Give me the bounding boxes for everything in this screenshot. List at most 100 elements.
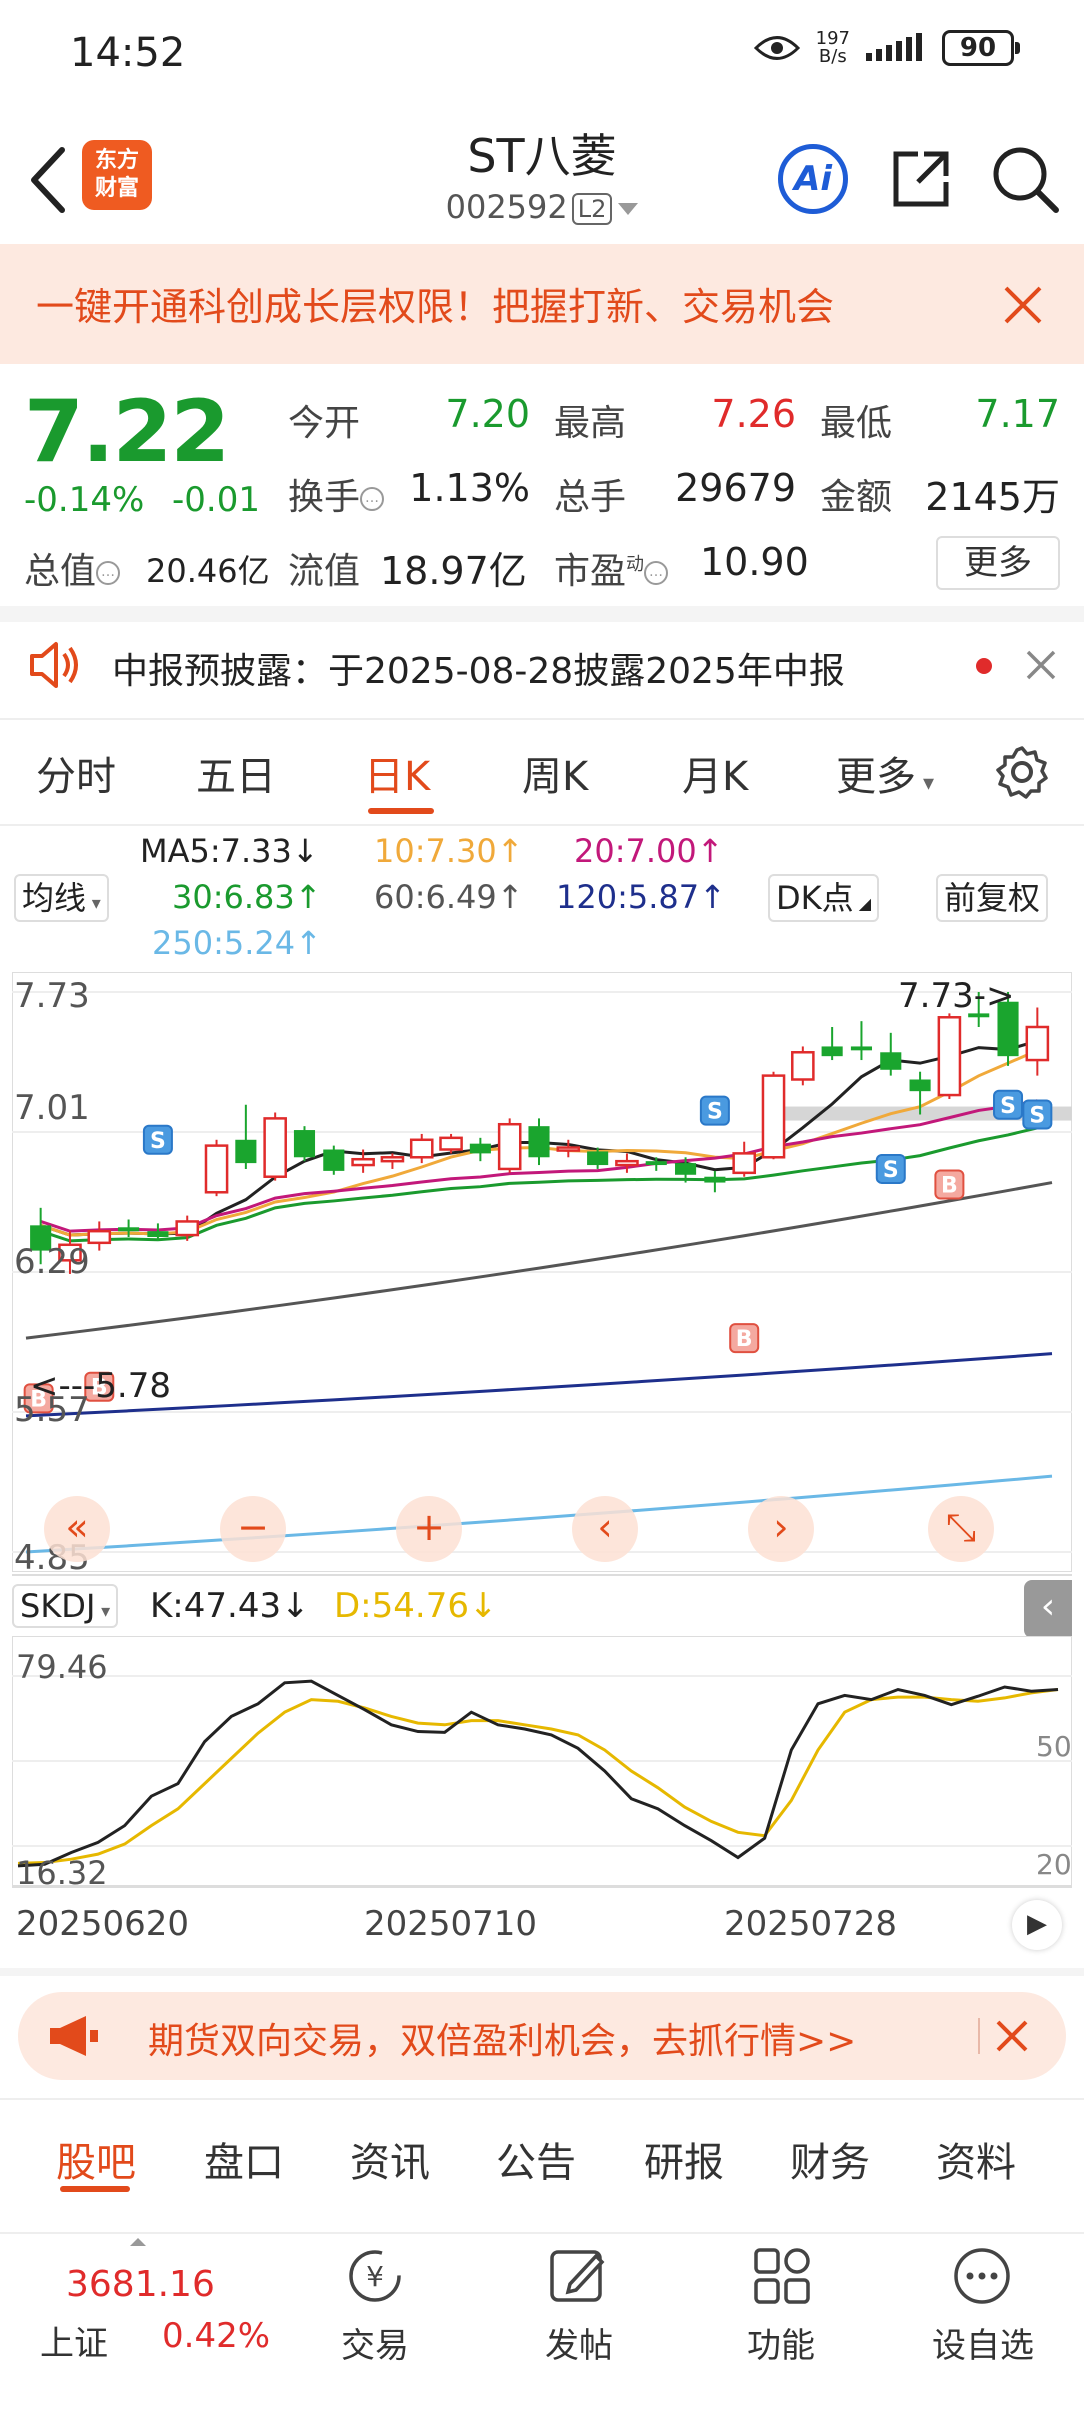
close-icon[interactable] bbox=[1024, 648, 1058, 682]
eye-icon bbox=[753, 36, 800, 60]
candle-body bbox=[87, 1229, 112, 1245]
signal-label: B bbox=[736, 1327, 753, 1352]
y-tick-label: 7.01 bbox=[14, 1088, 90, 1128]
mcap-value: 20.46亿 bbox=[146, 552, 270, 590]
volume-value: 29679 bbox=[675, 466, 796, 510]
candle-body bbox=[380, 1156, 405, 1163]
candle-body bbox=[821, 1046, 843, 1057]
tab-intraday[interactable]: 分时 bbox=[36, 744, 116, 802]
divider bbox=[0, 2098, 1084, 2100]
candle-body bbox=[732, 1152, 757, 1175]
ma20-label: 20:7.00↑ bbox=[574, 832, 724, 870]
ma5-label: MA5:7.33↓ bbox=[140, 832, 319, 870]
ma30-label: 30:6.83↑ bbox=[172, 878, 322, 916]
nav-trade-label[interactable]: 交易 bbox=[300, 2318, 450, 2367]
zoom-out-button[interactable]: − bbox=[220, 1496, 286, 1562]
unread-dot bbox=[976, 658, 992, 674]
play-icon[interactable]: ▶ bbox=[1012, 1900, 1062, 1950]
ma60-label: 60:6.49↑ bbox=[374, 878, 524, 916]
subtab-research[interactable]: 研报 bbox=[644, 2130, 724, 2188]
tab-daily-k[interactable]: 日K bbox=[364, 744, 430, 802]
share-icon[interactable] bbox=[888, 146, 954, 212]
grid-icon[interactable] bbox=[750, 2244, 814, 2308]
chevron-up-icon[interactable] bbox=[130, 2238, 146, 2246]
tab-weekly-k[interactable]: 周K bbox=[522, 744, 588, 802]
notice-text[interactable]: 中报预披露：于2025-08-28披露2025年中报 bbox=[112, 642, 845, 694]
subtab-profile[interactable]: 资料 bbox=[936, 2130, 1016, 2188]
kdj-right-tick: 50 bbox=[1036, 1730, 1072, 1763]
more-button[interactable]: 更多 bbox=[936, 536, 1060, 590]
date-label: 20250728 bbox=[724, 1904, 898, 1944]
info-icon: … bbox=[96, 561, 121, 585]
candle-body bbox=[351, 1157, 375, 1167]
signal-label: S bbox=[883, 1158, 899, 1183]
nav-functions-label[interactable]: 功能 bbox=[706, 2318, 856, 2367]
compose-icon[interactable] bbox=[546, 2244, 610, 2308]
mcap-label: 总值… bbox=[24, 542, 121, 594]
candle-body bbox=[175, 1220, 200, 1237]
candle-body bbox=[235, 1139, 257, 1164]
subtab-financials[interactable]: 财务 bbox=[790, 2130, 870, 2188]
tab-monthly-k[interactable]: 月K bbox=[682, 744, 748, 802]
adjust-button[interactable]: 前复权 bbox=[936, 874, 1049, 922]
dk-button[interactable]: DK点 ◢ bbox=[768, 874, 880, 922]
candle-body bbox=[528, 1126, 550, 1158]
indicator-selector[interactable]: SKDJ ▾ bbox=[12, 1584, 119, 1628]
high-label: 最高 bbox=[554, 403, 627, 444]
net-speed: 197 B/s bbox=[815, 28, 850, 67]
candle-body bbox=[293, 1130, 316, 1158]
candle-body bbox=[147, 1231, 169, 1237]
index-value[interactable]: 3681.16 bbox=[66, 2264, 215, 2305]
level-badge: L2 bbox=[571, 193, 613, 225]
ma-selector[interactable]: 均线 ▾ bbox=[14, 874, 109, 922]
divider bbox=[0, 606, 1084, 622]
tab-five-day[interactable]: 五日 bbox=[196, 744, 276, 802]
candle-body bbox=[497, 1122, 522, 1171]
index-name[interactable]: 上证 bbox=[40, 2316, 108, 2365]
zoom-in-button[interactable]: + bbox=[396, 1496, 462, 1562]
trade-icon[interactable]: ¥ bbox=[340, 2244, 410, 2308]
y-tick-label: 7.73 bbox=[14, 976, 90, 1016]
search-icon[interactable] bbox=[990, 144, 1060, 214]
candle-body bbox=[850, 1046, 873, 1051]
open-value: 7.20 bbox=[445, 392, 530, 436]
index-change[interactable]: 0.42% bbox=[162, 2316, 270, 2356]
kdj-chart[interactable] bbox=[12, 1636, 1072, 1886]
nav-watchlist-label[interactable]: 设自选 bbox=[908, 2318, 1058, 2367]
tab-more[interactable]: 更多 ▾ bbox=[836, 744, 934, 802]
scroll-right-button[interactable]: › bbox=[748, 1496, 814, 1562]
divider bbox=[0, 718, 1084, 720]
gear-icon[interactable] bbox=[994, 744, 1050, 800]
nav-post-label[interactable]: 发帖 bbox=[504, 2318, 654, 2367]
more-dots-icon[interactable] bbox=[950, 2244, 1014, 2308]
candle-body bbox=[323, 1149, 345, 1171]
info-icon: … bbox=[360, 487, 385, 511]
candle-body bbox=[645, 1161, 667, 1166]
subtab-announcements[interactable]: 公告 bbox=[496, 2130, 576, 2188]
candle-body bbox=[675, 1163, 697, 1175]
open-label: 今开 bbox=[288, 403, 361, 444]
candle-body bbox=[118, 1227, 140, 1232]
scroll-far-left-button[interactable]: « bbox=[44, 1496, 110, 1562]
pe-value: 10.90 bbox=[700, 540, 809, 584]
subtab-forum[interactable]: 股吧 bbox=[56, 2130, 136, 2188]
futures-promo-text[interactable]: 期货双向交易，双倍盈利机会，去抓行情>> bbox=[148, 2012, 856, 2064]
scroll-left-button[interactable]: ‹ bbox=[572, 1496, 638, 1562]
close-icon[interactable] bbox=[1000, 282, 1046, 328]
candlestick-chart[interactable]: B BSSBSBS S bbox=[12, 972, 1072, 1572]
subtab-news[interactable]: 资讯 bbox=[350, 2130, 430, 2188]
candle-body bbox=[587, 1151, 609, 1166]
low-marker: <---5.78 bbox=[30, 1366, 171, 1406]
kdj-right-tick: 20 bbox=[1036, 1848, 1072, 1881]
promo-text[interactable]: 一键开通科创成长层权限！把握打新、交易机会 bbox=[36, 276, 834, 331]
divider bbox=[978, 2018, 980, 2054]
ai-button[interactable]: Ai bbox=[778, 144, 848, 214]
fullscreen-button[interactable]: ⤡ bbox=[928, 1496, 994, 1562]
stock-code: 002592 bbox=[445, 188, 568, 226]
collapse-panel-button[interactable]: ‹ bbox=[1024, 1580, 1072, 1638]
ma10-label: 10:7.30↑ bbox=[374, 832, 524, 870]
close-icon[interactable] bbox=[994, 2018, 1030, 2054]
subtab-orderbook[interactable]: 盘口 bbox=[204, 2130, 284, 2188]
candle-body bbox=[761, 1074, 786, 1159]
amount-label: 金额 bbox=[820, 477, 893, 518]
